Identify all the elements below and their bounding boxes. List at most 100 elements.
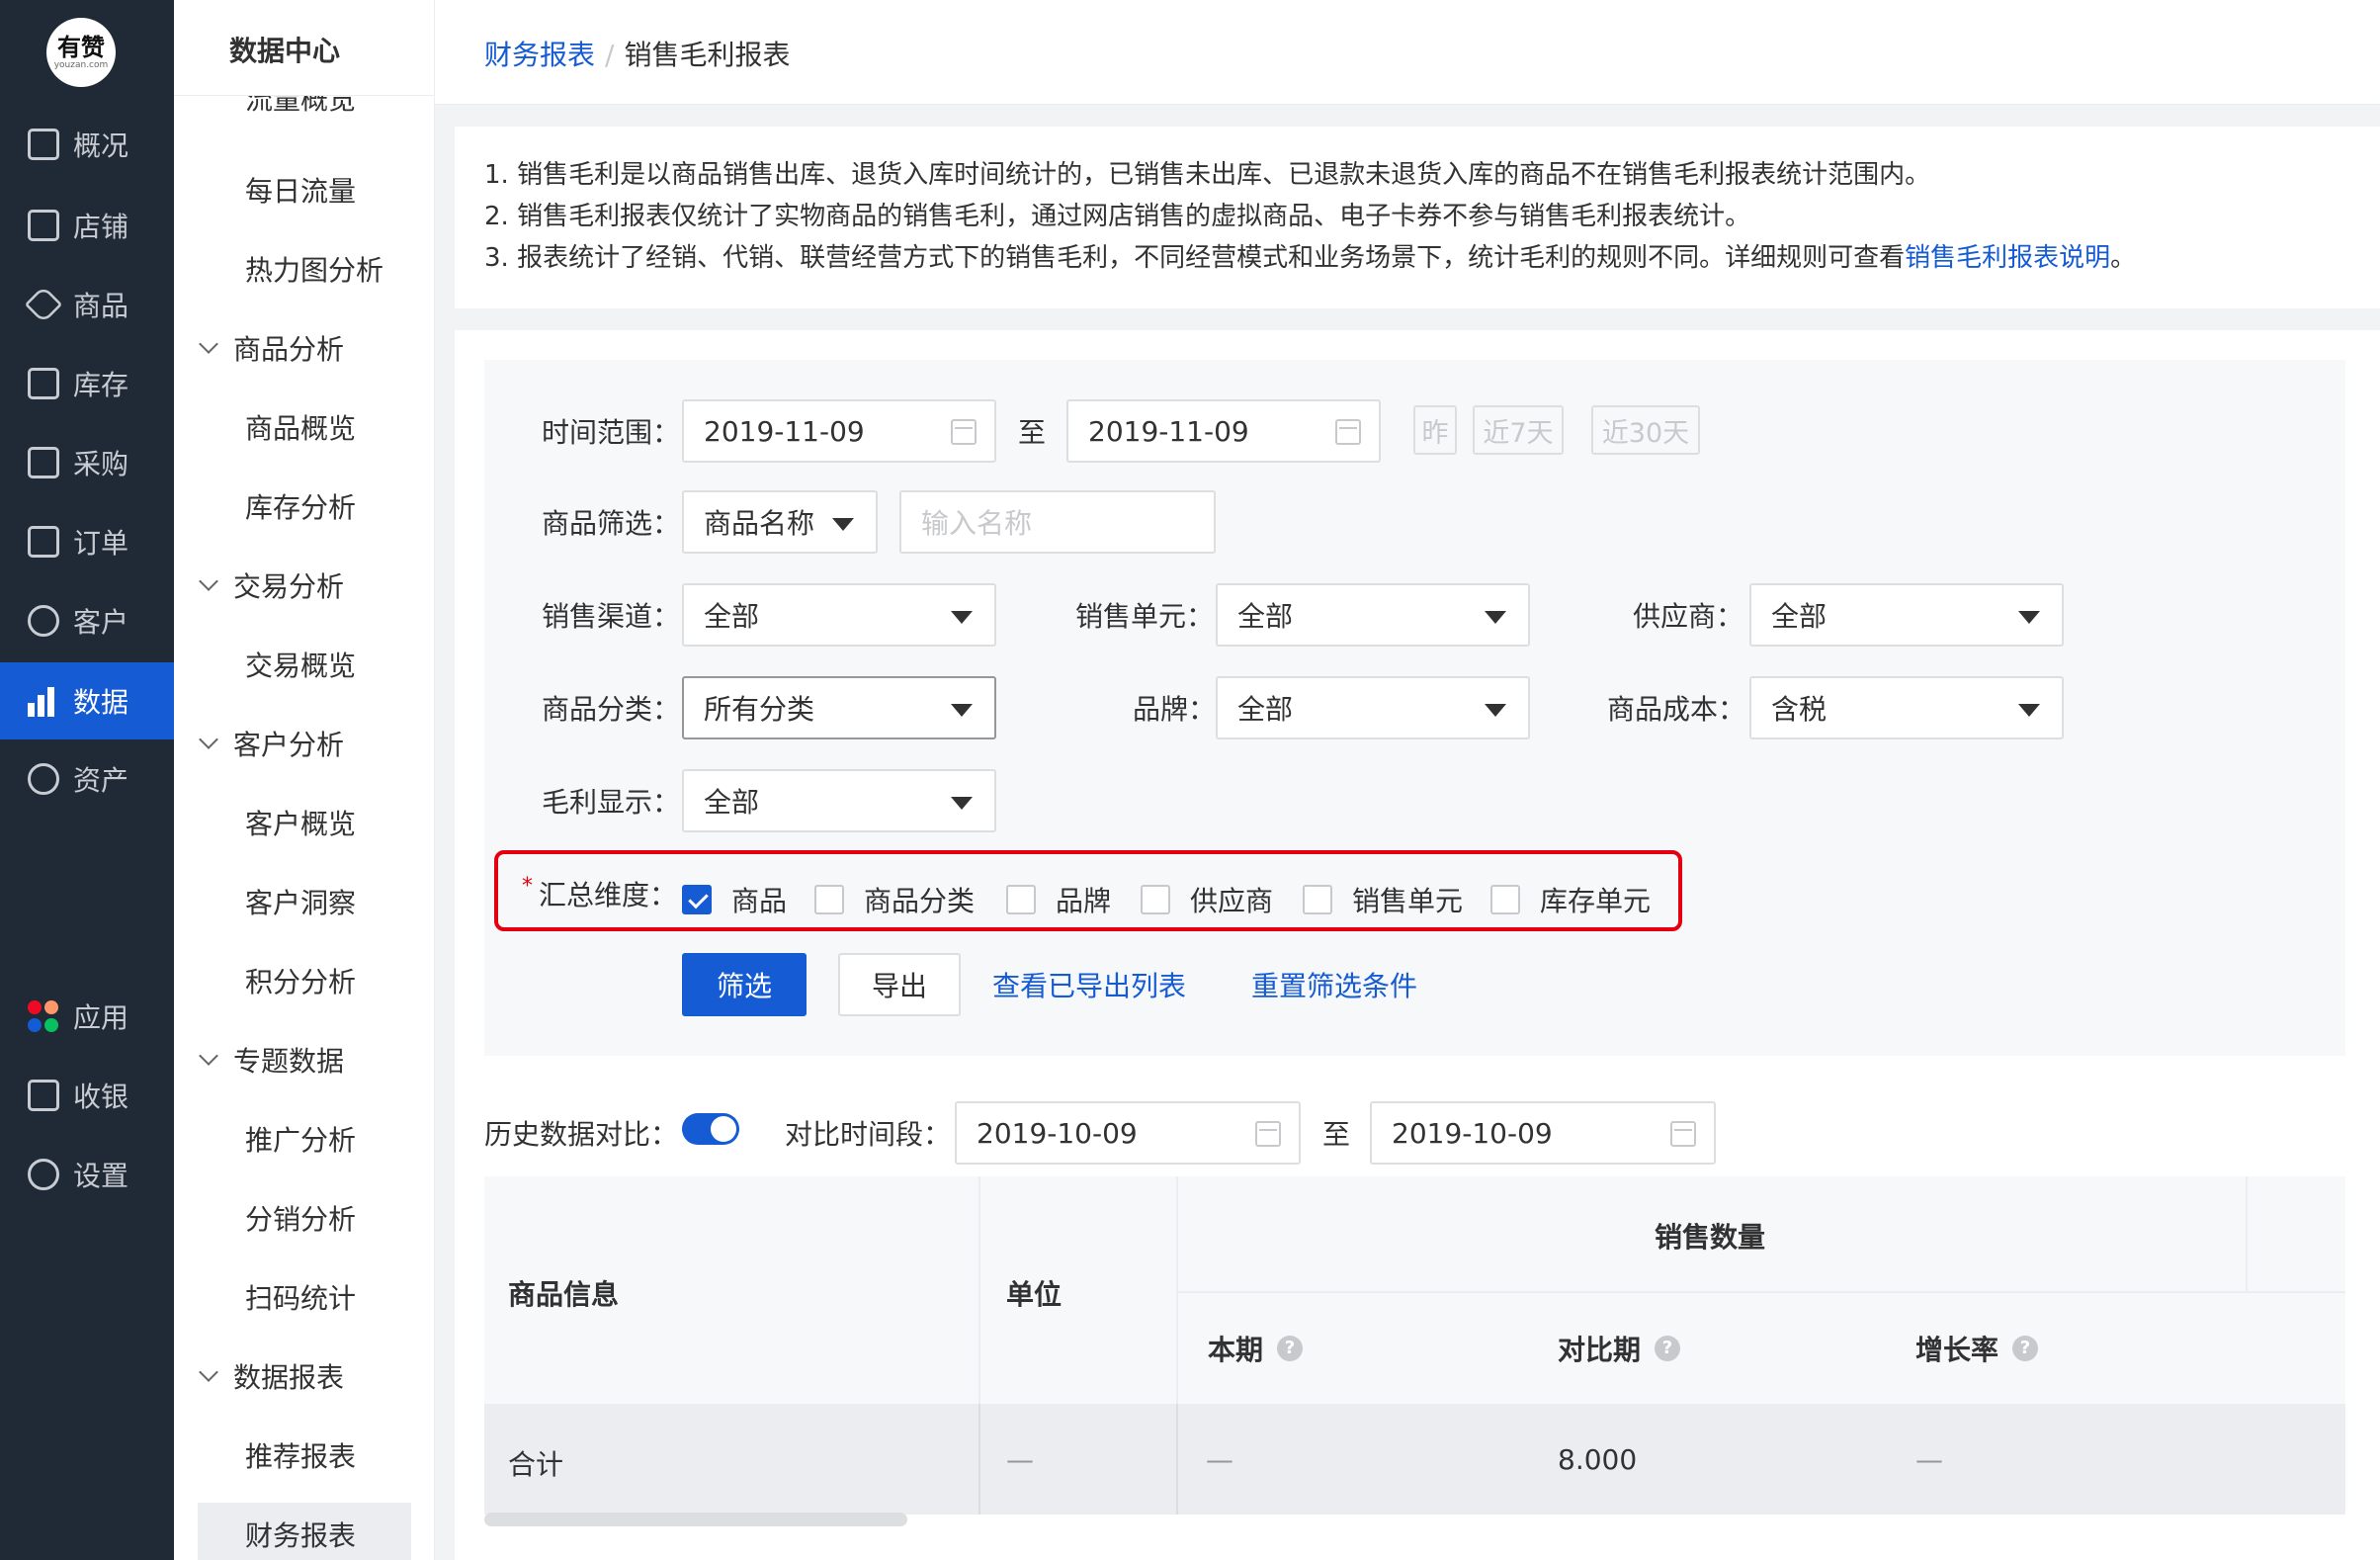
- sub-item-customer-overview[interactable]: 客户概览: [245, 803, 356, 842]
- total-growth: —: [1915, 1443, 1943, 1476]
- caret-down-icon: [832, 518, 854, 531]
- product-name-input[interactable]: 输入名称: [899, 490, 1216, 554]
- youzan-logo[interactable]: 有赞 youzan.com: [46, 18, 116, 87]
- compare-end-date-input[interactable]: 2019-10-09: [1370, 1101, 1716, 1165]
- start-date-input[interactable]: 2019-11-09: [682, 399, 996, 463]
- inventory-icon: [28, 368, 59, 399]
- order-icon: [28, 526, 59, 558]
- nav-item-apps[interactable]: 应用: [0, 979, 174, 1054]
- nav-item-store[interactable]: 店铺: [0, 188, 174, 263]
- nav-item-goods[interactable]: 商品: [0, 267, 174, 342]
- cashier-icon: [28, 1080, 59, 1111]
- category-label: 商品分类：: [542, 693, 681, 726]
- reset-filters-link[interactable]: 重置筛选条件: [1251, 965, 1417, 1004]
- margin-display-label: 毛利显示：: [542, 786, 681, 819]
- dimension-checkbox-stock-unit[interactable]: 库存单元: [1490, 880, 1651, 919]
- customer-icon: [28, 605, 59, 637]
- divider: [1176, 1404, 1178, 1515]
- help-icon[interactable]: ?: [1277, 1336, 1304, 1361]
- sub-item-promo-analysis[interactable]: 推广分析: [245, 1119, 356, 1159]
- caret-down-icon: [1485, 611, 1506, 624]
- export-button[interactable]: 导出: [838, 953, 961, 1016]
- divider: [1176, 1291, 2345, 1293]
- help-icon[interactable]: ?: [1655, 1336, 1681, 1361]
- sub-item-customer-insight[interactable]: 客户洞察: [245, 882, 356, 921]
- view-exports-link[interactable]: 查看已导出列表: [992, 965, 1186, 1004]
- sales-unit-select[interactable]: 全部: [1216, 583, 1530, 647]
- sub-item-recommended-reports[interactable]: 推荐报表: [245, 1435, 356, 1475]
- breadcrumb-separator: /: [605, 39, 615, 71]
- sub-item-scan-stats[interactable]: 扫码统计: [245, 1277, 356, 1317]
- margin-display-select[interactable]: 全部: [682, 769, 996, 832]
- brand-select[interactable]: 全部: [1216, 676, 1530, 739]
- asset-icon: [28, 763, 59, 795]
- report-notice: 1. 销售毛利是以商品销售出库、退货入库时间统计的，已销售未出库、已退款未退货入…: [455, 127, 2380, 308]
- report-explanation-link[interactable]: 销售毛利报表说明: [1905, 243, 2110, 273]
- sub-item-distribution-analysis[interactable]: 分销分析: [245, 1198, 356, 1238]
- cost-select[interactable]: 含税: [1749, 676, 2064, 739]
- help-icon[interactable]: ?: [2012, 1336, 2039, 1361]
- sub-group-trade[interactable]: 交易分析: [199, 565, 344, 605]
- end-date-input[interactable]: 2019-11-09: [1066, 399, 1381, 463]
- chevron-down-icon: [199, 334, 218, 354]
- breadcrumb-parent-link[interactable]: 财务报表: [484, 39, 595, 71]
- quick-30days-button[interactable]: 近30天: [1591, 405, 1700, 455]
- sub-item-points-analysis[interactable]: 积分分析: [245, 961, 356, 1000]
- dimension-checkbox-category[interactable]: 商品分类: [814, 880, 975, 919]
- category-select[interactable]: 所有分类: [682, 676, 996, 739]
- sub-item-heatmap[interactable]: 热力图分析: [245, 249, 383, 289]
- sub-item-daily-traffic[interactable]: 每日流量: [245, 170, 356, 210]
- history-compare-toggle[interactable]: [682, 1113, 739, 1145]
- dimension-checkbox-sales-unit[interactable]: 销售单元: [1303, 880, 1463, 919]
- checkbox-icon: [1006, 885, 1036, 914]
- main-nav: 有赞 youzan.com 概况 店铺 商品 库存 采购 订单 客户 数据 资产: [0, 0, 174, 1560]
- sub-item-trade-overview[interactable]: 交易概览: [245, 645, 356, 684]
- nav-item-customers[interactable]: 客户: [0, 583, 174, 658]
- sub-group-product[interactable]: 商品分析: [199, 328, 344, 368]
- sub-group-topic[interactable]: 专题数据: [199, 1040, 344, 1080]
- notice-line-1: 1. 销售毛利是以商品销售出库、退货入库时间统计的，已销售未出库、已退款未退货入…: [484, 160, 1931, 190]
- caret-down-icon: [1485, 704, 1506, 717]
- divider: [978, 1176, 980, 1404]
- chevron-down-icon: [199, 571, 218, 591]
- store-icon: [28, 210, 59, 241]
- divider: [1176, 1176, 1178, 1404]
- cost-label: 商品成本：: [1607, 693, 1746, 726]
- nav-item-assets[interactable]: 资产: [0, 741, 174, 817]
- nav-item-inventory[interactable]: 库存: [0, 346, 174, 421]
- dimension-checkbox-supplier[interactable]: 供应商: [1141, 880, 1273, 919]
- filter-button[interactable]: 筛选: [682, 953, 807, 1016]
- supplier-select[interactable]: 全部: [1749, 583, 2064, 647]
- divider: [174, 95, 434, 96]
- main-panel: 时间范围： 2019-11-09 至 2019-11-09 昨 近7天 近30天…: [455, 330, 2380, 1560]
- dimension-checkbox-brand[interactable]: 品牌: [1006, 880, 1111, 919]
- nav-item-overview[interactable]: 概况: [0, 107, 174, 182]
- nav-item-purchase[interactable]: 采购: [0, 425, 174, 500]
- total-current: —: [1206, 1443, 1233, 1476]
- gear-icon: [28, 1159, 59, 1190]
- nav-item-orders[interactable]: 订单: [0, 504, 174, 579]
- product-filter-type-select[interactable]: 商品名称: [682, 490, 878, 554]
- col-header-unit: 单位: [1006, 1278, 1062, 1311]
- breadcrumb-current: 销售毛利报表: [624, 39, 791, 71]
- compare-period-label: 对比时间段：: [785, 1118, 952, 1151]
- sub-item-traffic-overview[interactable]: 流量概览: [245, 95, 356, 125]
- quick-yesterday-button[interactable]: 昨: [1413, 405, 1457, 455]
- sub-item-product-overview[interactable]: 商品概览: [245, 407, 356, 447]
- bar-chart-icon: [28, 685, 59, 717]
- nav-item-data[interactable]: 数据: [0, 662, 174, 739]
- compare-start-date-input[interactable]: 2019-10-09: [955, 1101, 1301, 1165]
- sub-item-finance-reports[interactable]: 财务报表: [245, 1515, 356, 1554]
- quick-7days-button[interactable]: 近7天: [1473, 405, 1564, 455]
- sub-group-reports[interactable]: 数据报表: [199, 1356, 344, 1396]
- nav-item-cashier[interactable]: 收银: [0, 1058, 174, 1133]
- calendar-icon: [1670, 1121, 1696, 1147]
- sub-item-stock-analysis[interactable]: 库存分析: [245, 486, 356, 526]
- nav-item-settings[interactable]: 设置: [0, 1137, 174, 1212]
- dimension-checkbox-product[interactable]: 商品: [682, 880, 787, 919]
- sub-group-customer[interactable]: 客户分析: [199, 724, 344, 763]
- horizontal-scrollbar[interactable]: [484, 1513, 907, 1526]
- notice-line-3: 3. 报表统计了经销、代销、联营经营方式下的销售毛利，不同经营模式和业务场景下，…: [484, 243, 2137, 273]
- caret-down-icon: [2018, 704, 2040, 717]
- channel-select[interactable]: 全部: [682, 583, 996, 647]
